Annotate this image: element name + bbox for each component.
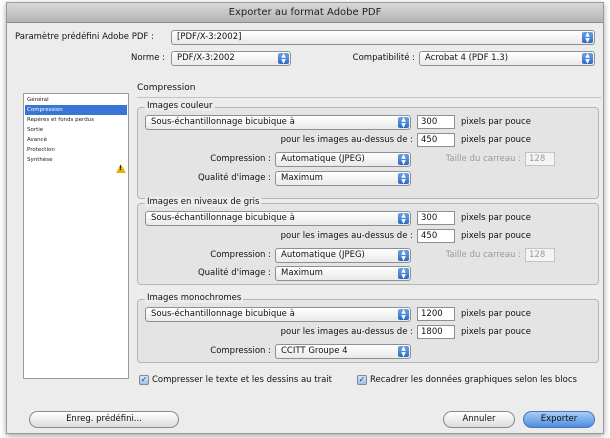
compatibility-select[interactable]: Acrobat 4 (PDF 1.3) ▲ ▼ [419, 51, 595, 66]
gray-quality-value: Maximum [281, 268, 323, 278]
chevron-updown-icon: ▲ ▼ [398, 346, 409, 357]
compatibility-value: Acrobat 4 (PDF 1.3) [425, 53, 509, 63]
gray-downsample-value: Sous-échantillonnage bicubique à [151, 213, 295, 223]
sidebar-item-summary[interactable]: Synthèse [25, 155, 127, 165]
save-preset-button[interactable]: Enreg. prédéfini... [29, 411, 179, 428]
sidebar-item-compression[interactable]: Compression [25, 105, 127, 115]
chevron-updown-icon: ▲ ▼ [582, 53, 593, 64]
mono-compression-select[interactable]: CCITT Groupe 4 ▲ ▼ [275, 344, 411, 359]
color-resolution-unit: pixels par pouce [461, 117, 531, 127]
chevron-updown-icon: ▲ ▼ [398, 154, 409, 165]
sidebar-item-output[interactable]: Sortie [25, 125, 127, 135]
preset-select[interactable]: [PDF/X-3:2002] ▲ ▼ [171, 30, 595, 45]
mono-downsample-value: Sous-échantillonnage bicubique à [151, 309, 295, 319]
color-compression-select[interactable]: Automatique (JPEG) ▲ ▼ [275, 152, 411, 167]
standard-label: Norme : [131, 53, 165, 63]
sidebar-item-security[interactable]: Protection [25, 145, 127, 155]
color-quality-label: Qualité d'image : [197, 173, 271, 183]
gray-resolution-unit: pixels par pouce [461, 213, 531, 223]
mono-above-input[interactable]: 1800 [417, 325, 455, 339]
color-tile-input[interactable]: 128 [525, 152, 555, 166]
cancel-button[interactable]: Annuler [443, 411, 515, 428]
mono-resolution-input[interactable]: 1200 [417, 307, 455, 321]
gray-above-unit: pixels par pouce [461, 231, 531, 241]
gray-tile-label: Taille du carreau : [445, 250, 521, 260]
preset-label: Paramètre prédéfini Adobe PDF : [15, 32, 154, 42]
compress-text-label: Compresser le texte et les dessins au tr… [152, 375, 333, 385]
chevron-updown-icon: ▲ ▼ [398, 213, 409, 224]
color-above-unit: pixels par pouce [461, 135, 531, 145]
sidebar-item-advanced[interactable]: Avancé [25, 135, 127, 145]
mono-downsample-select[interactable]: Sous-échantillonnage bicubique à ▲ ▼ [145, 307, 411, 322]
gray-tile-input[interactable]: 128 [525, 248, 555, 262]
mono-compression-label: Compression : [210, 346, 271, 356]
gray-compression-label: Compression : [210, 250, 271, 260]
mono-above-label: pour les images au-dessus de : [280, 327, 413, 337]
chevron-updown-icon: ▲ ▼ [398, 268, 409, 279]
section-divider [137, 97, 601, 98]
mono-images-title: Images monochromes [145, 293, 244, 303]
export-pdf-dialog: Exporter au format Adobe PDF Paramètre p… [6, 2, 604, 434]
gray-resolution-input[interactable]: 300 [417, 211, 455, 225]
gray-compression-value: Automatique (JPEG) [281, 250, 365, 260]
color-quality-select[interactable]: Maximum ▲ ▼ [275, 171, 411, 186]
gray-above-label: pour les images au-dessus de : [280, 231, 413, 241]
gray-compression-select[interactable]: Automatique (JPEG) ▲ ▼ [275, 248, 411, 263]
warning-mark: ! [119, 165, 122, 172]
standard-select[interactable]: PDF/X-3:2002 ▲ ▼ [171, 51, 291, 66]
window-title: Exporter au format Adobe PDF [7, 3, 603, 23]
color-above-input[interactable]: 450 [417, 133, 455, 147]
category-list: Général Compression Repères et fonds per… [23, 93, 129, 379]
color-quality-value: Maximum [281, 173, 323, 183]
crop-image-label: Recadrer les données graphiques selon le… [370, 375, 577, 385]
section-title: Compression [137, 83, 196, 93]
mono-resolution-unit: pixels par pouce [461, 309, 531, 319]
color-compression-label: Compression : [210, 154, 271, 164]
chevron-updown-icon: ▲ ▼ [398, 309, 409, 320]
color-compression-value: Automatique (JPEG) [281, 154, 365, 164]
compress-text-checkbox[interactable]: ✓ [139, 375, 149, 385]
mono-compression-value: CCITT Groupe 4 [281, 346, 348, 356]
sidebar-item-marks-bleeds[interactable]: Repères et fonds perdus [25, 115, 127, 125]
gray-above-input[interactable]: 450 [417, 229, 455, 243]
mono-above-unit: pixels par pouce [461, 327, 531, 337]
chevron-updown-icon: ▲ ▼ [398, 117, 409, 128]
color-above-label: pour les images au-dessus de : [280, 135, 413, 145]
color-downsample-select[interactable]: Sous-échantillonnage bicubique à ▲ ▼ [145, 115, 411, 130]
export-button[interactable]: Exporter [523, 411, 595, 428]
gray-quality-label: Qualité d'image : [197, 268, 271, 278]
gray-downsample-select[interactable]: Sous-échantillonnage bicubique à ▲ ▼ [145, 211, 411, 226]
standard-value: PDF/X-3:2002 [177, 53, 235, 63]
color-downsample-value: Sous-échantillonnage bicubique à [151, 117, 295, 127]
preset-value: [PDF/X-3:2002] [177, 32, 242, 42]
chevron-updown-icon: ▲ ▼ [398, 250, 409, 261]
color-tile-label: Taille du carreau : [445, 154, 521, 164]
sidebar-item-general[interactable]: Général [25, 95, 127, 105]
chevron-updown-icon: ▲ ▼ [398, 173, 409, 184]
color-resolution-input[interactable]: 300 [417, 115, 455, 129]
color-images-title: Images couleur [145, 101, 215, 111]
crop-image-checkbox[interactable]: ✓ [357, 375, 367, 385]
warning-icon: ! [116, 164, 126, 173]
gray-quality-select[interactable]: Maximum ▲ ▼ [275, 266, 411, 281]
gray-images-title: Images en niveaux de gris [145, 197, 262, 207]
chevron-updown-icon: ▲ ▼ [278, 53, 289, 64]
chevron-updown-icon: ▲ ▼ [582, 32, 593, 43]
compatibility-label: Compatibilité : [352, 53, 415, 63]
